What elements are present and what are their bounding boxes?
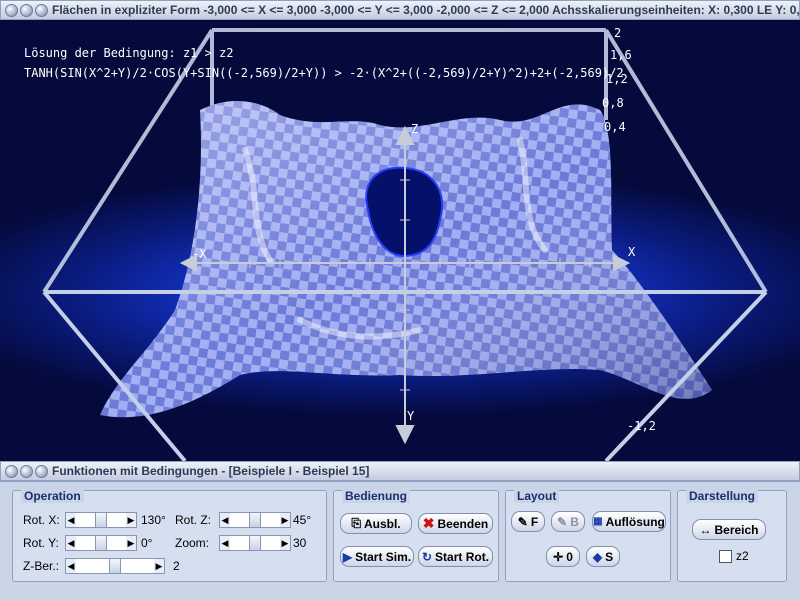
start-rot-button[interactable]: ↻ Start Rot. <box>418 546 493 567</box>
arrow-left-icon[interactable]: ◀ <box>66 513 76 527</box>
arrow-right-icon[interactable]: ▶ <box>126 536 136 550</box>
zber-value: 2 <box>173 559 180 573</box>
layout-title: Layout <box>514 489 560 503</box>
zber-label: Z-Ber.: <box>23 559 60 573</box>
rot-y-label: Rot. Y: <box>23 536 59 550</box>
rot-z-label: Rot. Z: <box>175 513 212 527</box>
rot-z-value: 45° <box>293 513 312 527</box>
panel-titlebar[interactable]: Funktionen mit Bedingungen - [Beispiele … <box>0 461 800 481</box>
z-tick-1-2: 1,2 <box>606 72 628 86</box>
play-icon: ▶ <box>342 549 353 564</box>
ausbl-button[interactable]: ⎘ Ausbl. <box>340 513 412 534</box>
slider-thumb[interactable] <box>109 559 121 573</box>
crosshair-icon: ✛ <box>553 549 564 564</box>
brush-icon: ✎ <box>557 514 568 529</box>
zber-slider[interactable]: ◀ ▶ <box>65 558 165 574</box>
rot-x-slider[interactable]: ◀ ▶ <box>65 512 137 528</box>
operation-title: Operation <box>21 489 84 503</box>
bedienung-title: Bedienung <box>342 489 410 503</box>
control-panel: Operation Rot. X: ◀ ▶ 130° Rot. Z: ◀ ▶ 4… <box>0 481 800 600</box>
s-button[interactable]: ◆ S <box>586 546 620 567</box>
window-menu-icon[interactable] <box>5 3 18 17</box>
f-button[interactable]: ✎ F <box>511 511 545 532</box>
b-button[interactable]: ✎ B <box>551 511 585 532</box>
slider-thumb[interactable] <box>249 513 261 527</box>
fill-icon: ◆ <box>592 549 603 564</box>
beenden-button[interactable]: ✖ Beenden <box>418 513 493 534</box>
arrow-right-icon[interactable]: ▶ <box>154 559 164 573</box>
panel-minimize-icon[interactable] <box>20 464 33 478</box>
plot-viewport[interactable]: Lösung der Bedingung: z1 > z2 TANH(SIN(X… <box>0 20 800 461</box>
axis-z-label: Z <box>411 122 419 136</box>
aufloesung-button[interactable]: ▦ Auflösung <box>592 511 666 532</box>
rot-x-label: Rot. X: <box>23 513 60 527</box>
axis-x-label: X <box>628 245 636 259</box>
zoom-value: 30 <box>293 536 307 550</box>
paint-icon: ✎ <box>517 514 528 529</box>
darstellung-group: Darstellung ↔ Bereich z2 <box>677 489 787 582</box>
rot-z-slider[interactable]: ◀ ▶ <box>219 512 291 528</box>
formula-label: TANH(SIN(X^2+Y)/2·COS(Y+SIN((-2,569)/2+Y… <box>24 66 624 80</box>
z-tick-1-6: 1,6 <box>610 48 632 62</box>
start-sim-button[interactable]: ▶ Start Sim. <box>340 546 414 567</box>
window-titlebar[interactable]: Flächen in expliziter Form -3,000 <= X <… <box>0 0 800 20</box>
operation-group: Operation Rot. X: ◀ ▶ 130° Rot. Z: ◀ ▶ 4… <box>12 489 327 582</box>
panel-menu-icon[interactable] <box>5 464 18 478</box>
o-button[interactable]: ✛ 0 <box>546 546 580 567</box>
bereich-button[interactable]: ↔ Bereich <box>692 519 766 540</box>
z-tick-0-4: 0,4 <box>604 120 626 134</box>
range-icon: ↔ <box>699 522 712 537</box>
zoom-label: Zoom: <box>175 536 210 550</box>
slider-thumb[interactable] <box>95 513 107 527</box>
z-tick-2: 2 <box>614 26 622 40</box>
arrow-right-icon[interactable]: ▶ <box>280 513 290 527</box>
arrow-right-icon[interactable]: ▶ <box>280 536 290 550</box>
close-icon: ✖ <box>422 515 435 531</box>
condition-label: Lösung der Bedingung: z1 > z2 <box>24 46 234 60</box>
zoom-slider[interactable]: ◀ ▶ <box>219 535 291 551</box>
darstellung-title: Darstellung <box>686 489 759 503</box>
window-title: Flächen in expliziter Form -3,000 <= X <… <box>52 3 800 17</box>
arrow-left-icon[interactable]: ◀ <box>66 559 76 573</box>
axis-y-label: Y <box>407 409 415 423</box>
layout-group: Layout ✎ F ✎ B ▦ Auflösung ✛ 0 ◆ S <box>505 489 671 582</box>
panel-title: Funktionen mit Bedingungen - [Beispiele … <box>52 464 370 478</box>
z2-checkbox[interactable] <box>719 550 732 563</box>
window-close-icon[interactable] <box>35 3 48 17</box>
rotate-icon: ↻ <box>421 549 433 564</box>
rot-y-slider[interactable]: ◀ ▶ <box>65 535 137 551</box>
panel-close-icon[interactable] <box>35 464 48 478</box>
surface-plot <box>42 28 768 461</box>
z2-label: z2 <box>736 549 749 563</box>
arrow-left-icon[interactable]: ◀ <box>220 513 230 527</box>
bedienung-group: Bedienung ⎘ Ausbl. ✖ Beenden ▶ Start Sim… <box>333 489 499 582</box>
slider-thumb[interactable] <box>95 536 107 550</box>
arrow-right-icon[interactable]: ▶ <box>126 513 136 527</box>
rot-x-value: 130° <box>141 513 166 527</box>
z-tick-0-8: 0,8 <box>602 96 624 110</box>
hide-icon: ⎘ <box>351 516 361 530</box>
grid-icon: ▦ <box>593 516 603 527</box>
slider-thumb[interactable] <box>249 536 261 550</box>
rot-y-value: 0° <box>141 536 153 550</box>
axis-x-neg-label: -X <box>192 247 207 261</box>
arrow-left-icon[interactable]: ◀ <box>220 536 230 550</box>
window-minimize-icon[interactable] <box>20 3 33 17</box>
arrow-left-icon[interactable]: ◀ <box>66 536 76 550</box>
z-tick-min: -1,2 <box>627 419 656 433</box>
